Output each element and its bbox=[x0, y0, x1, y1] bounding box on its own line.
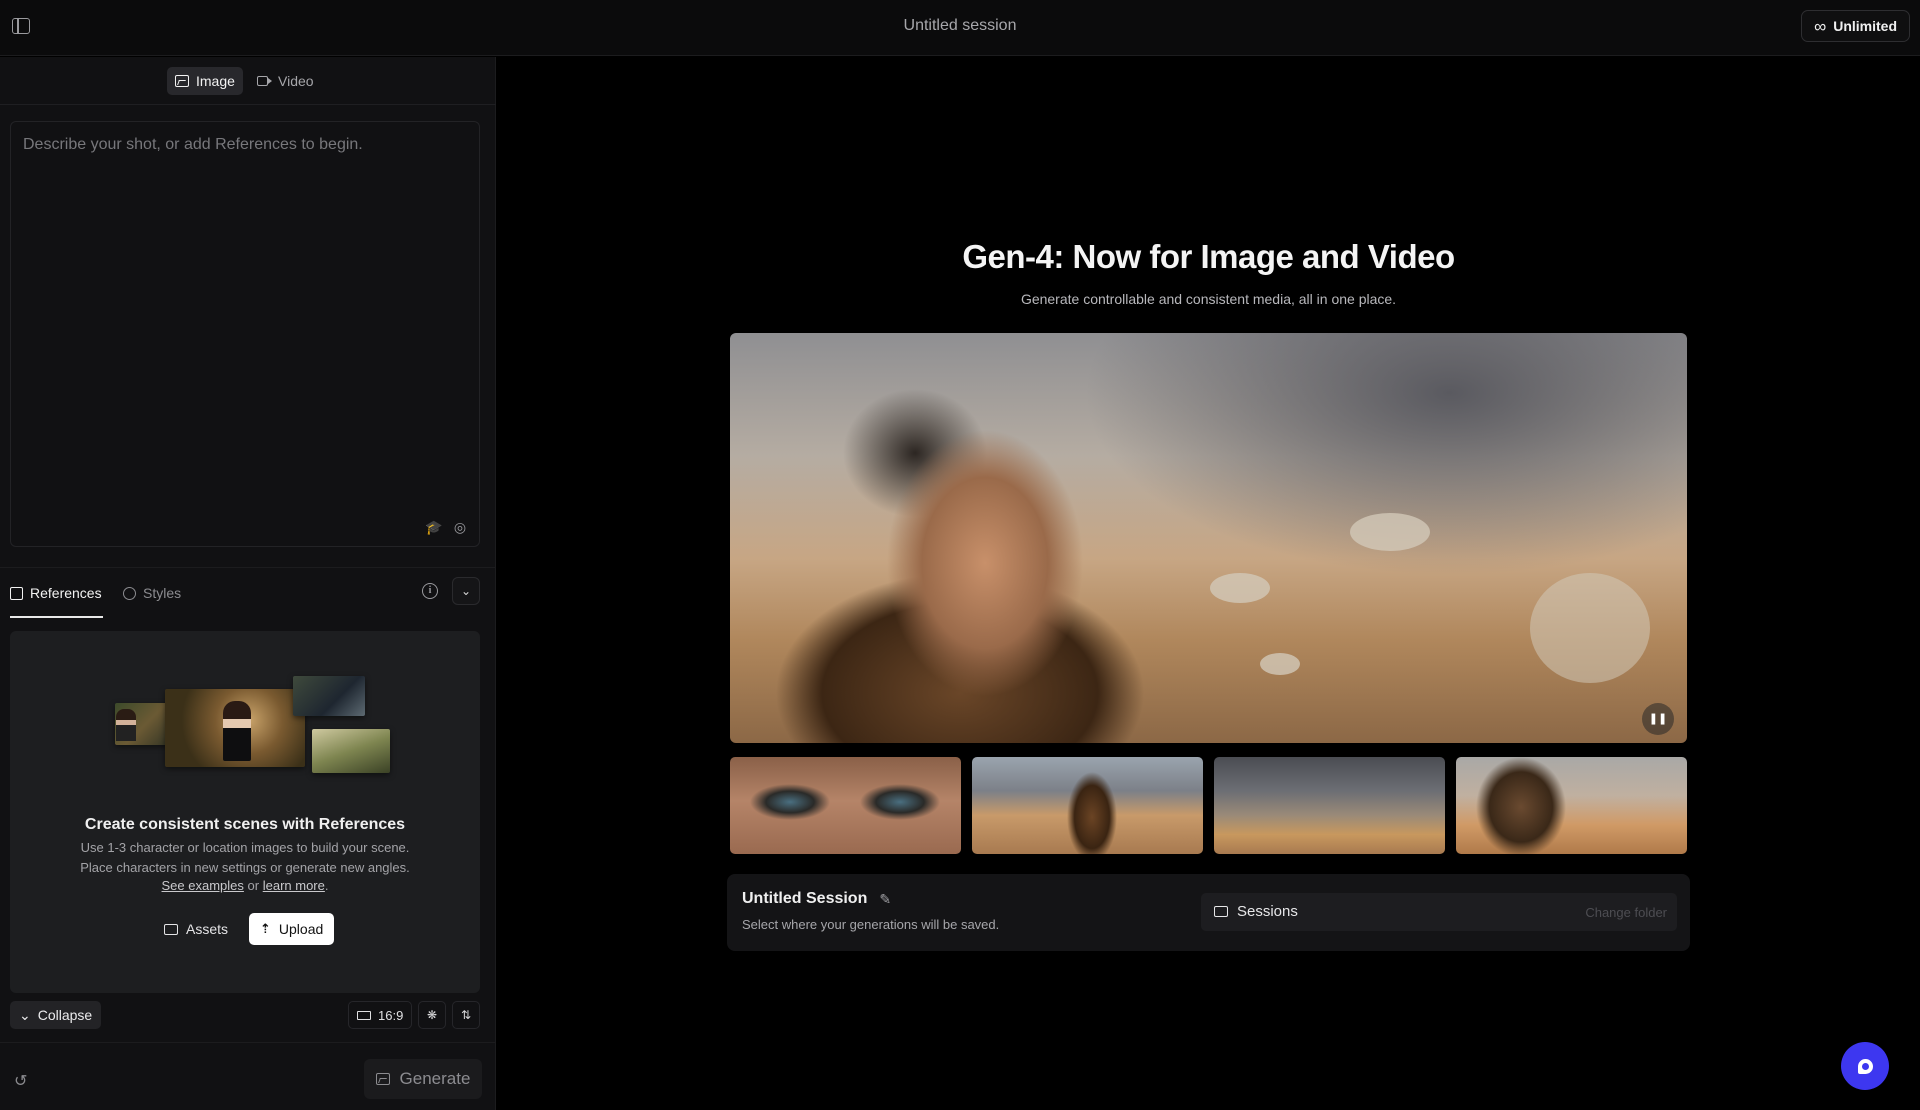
video-icon bbox=[257, 76, 272, 86]
collapse-label: Collapse bbox=[37, 1007, 93, 1023]
collapse-button[interactable]: ⌄ Collapse bbox=[10, 1001, 102, 1029]
references-desc-line2: Place characters in new settings or gene… bbox=[80, 860, 410, 875]
generate-button[interactable]: Generate bbox=[364, 1059, 482, 1099]
enhance-icon[interactable]: ◎ bbox=[451, 518, 469, 536]
plan-button[interactable]: ∞ Unlimited bbox=[1801, 10, 1910, 42]
settings-sliders-icon[interactable]: ⇅ bbox=[452, 1001, 480, 1029]
image-icon bbox=[175, 75, 189, 87]
scene-rock bbox=[1260, 653, 1300, 675]
upload-label: Upload bbox=[278, 921, 324, 937]
active-tab-underline bbox=[10, 616, 103, 618]
chat-icon bbox=[1857, 1058, 1873, 1074]
references-tabs: References Styles i bbox=[0, 567, 496, 618]
tab-references[interactable]: References bbox=[10, 582, 102, 604]
style-preset-icon[interactable]: ❋ bbox=[418, 1001, 446, 1029]
chevron-down-icon: ⌄ bbox=[19, 1006, 31, 1023]
reference-photo bbox=[293, 676, 365, 716]
video-thumbnails bbox=[730, 757, 1687, 854]
reference-collage bbox=[10, 631, 480, 811]
chat-button[interactable] bbox=[1841, 1042, 1889, 1090]
links-period: . bbox=[324, 878, 329, 893]
reset-icon[interactable]: ↺ bbox=[14, 1071, 27, 1091]
tab-video-label: Video bbox=[278, 73, 314, 89]
scene-rock bbox=[1210, 573, 1270, 603]
reference-photo bbox=[312, 729, 390, 773]
folder-selector[interactable]: Sessions Change folder bbox=[1201, 893, 1677, 931]
session-panel: Untitled Session ✎ Select where your gen… bbox=[727, 874, 1690, 951]
references-description: Use 1-3 character or location images to … bbox=[10, 838, 480, 878]
reference-photo bbox=[116, 709, 136, 741]
learn-more-link[interactable]: learn more bbox=[263, 878, 325, 893]
references-links: See examples or learn more. bbox=[10, 878, 480, 893]
top-bar: Untitled session ∞ Unlimited bbox=[0, 0, 1920, 56]
references-card: Create consistent scenes with References… bbox=[10, 631, 480, 993]
pencil-icon[interactable]: ✎ bbox=[879, 891, 891, 908]
pause-icon[interactable]: ❚❚ bbox=[1642, 703, 1674, 735]
aspect-ratio-button[interactable]: 16:9 bbox=[348, 1001, 413, 1029]
hero-title: Gen-4: Now for Image and Video bbox=[962, 238, 1455, 275]
session-title: Untitled session bbox=[903, 17, 1017, 34]
upload-button[interactable]: ⇡ Upload bbox=[249, 913, 335, 945]
folder-icon bbox=[1214, 906, 1228, 917]
tab-styles-label: Styles bbox=[143, 585, 182, 601]
thumbnail[interactable] bbox=[972, 757, 1203, 854]
learn-icon[interactable]: 🎓 bbox=[425, 518, 443, 536]
references-icon bbox=[10, 586, 23, 600]
change-folder-button[interactable]: Change folder bbox=[1585, 905, 1667, 920]
thumbnail[interactable] bbox=[1456, 757, 1687, 854]
session-name[interactable]: Untitled Session ✎ bbox=[742, 890, 891, 908]
folder-label: Sessions bbox=[1237, 903, 1298, 920]
prompt-input[interactable] bbox=[23, 136, 463, 154]
info-icon[interactable]: i bbox=[422, 583, 438, 599]
prompt-box: 🎓 ◎ bbox=[10, 121, 480, 547]
tab-styles[interactable]: Styles bbox=[123, 582, 181, 604]
references-desc-line1: Use 1-3 character or location images to … bbox=[80, 840, 410, 855]
see-examples-link[interactable]: See examples bbox=[162, 878, 244, 893]
palette-icon bbox=[123, 586, 136, 600]
image-icon bbox=[375, 1073, 390, 1085]
left-footer: ↺ Generate bbox=[0, 1042, 496, 1110]
mode-tabs: Image Video bbox=[0, 57, 496, 105]
aspect-ratio-value: 16:9 bbox=[378, 1007, 404, 1023]
folder-icon bbox=[164, 923, 178, 935]
thumbnail[interactable] bbox=[730, 757, 961, 854]
hero-video[interactable]: ❚❚ bbox=[730, 333, 1687, 743]
links-or: or bbox=[247, 878, 260, 893]
assets-button[interactable]: Assets bbox=[154, 913, 238, 945]
scene-rock bbox=[1530, 573, 1650, 683]
session-hint: Select where your generations will be sa… bbox=[742, 917, 1000, 932]
tab-image[interactable]: Image bbox=[167, 67, 243, 95]
folder-name: Sessions bbox=[1214, 903, 1298, 920]
tab-references-label: References bbox=[30, 585, 102, 601]
session-name-label: Untitled Session bbox=[742, 890, 868, 907]
tab-video[interactable]: Video bbox=[249, 67, 322, 95]
infinity-icon: ∞ bbox=[1814, 16, 1827, 36]
chevron-down-icon[interactable]: ⌄ bbox=[452, 577, 480, 605]
upload-icon: ⇡ bbox=[260, 921, 271, 936]
references-title: Create consistent scenes with References bbox=[84, 816, 406, 833]
hero-subtitle: Generate controllable and consistent med… bbox=[1020, 291, 1397, 307]
thumbnail[interactable] bbox=[1214, 757, 1445, 854]
assets-label: Assets bbox=[186, 921, 229, 937]
tab-image-label: Image bbox=[196, 73, 235, 89]
reference-photo bbox=[165, 689, 305, 767]
settings-row: ⌄ Collapse 16:9 ❋ ⇅ bbox=[0, 1001, 496, 1041]
plan-label: Unlimited bbox=[1833, 18, 1897, 34]
generate-label: Generate bbox=[399, 1069, 471, 1088]
left-panel: Image Video 🎓 ◎ References Styles i ⌄ bbox=[0, 57, 496, 1110]
scene-rock bbox=[1350, 513, 1430, 551]
aspect-ratio-icon bbox=[357, 1010, 371, 1020]
